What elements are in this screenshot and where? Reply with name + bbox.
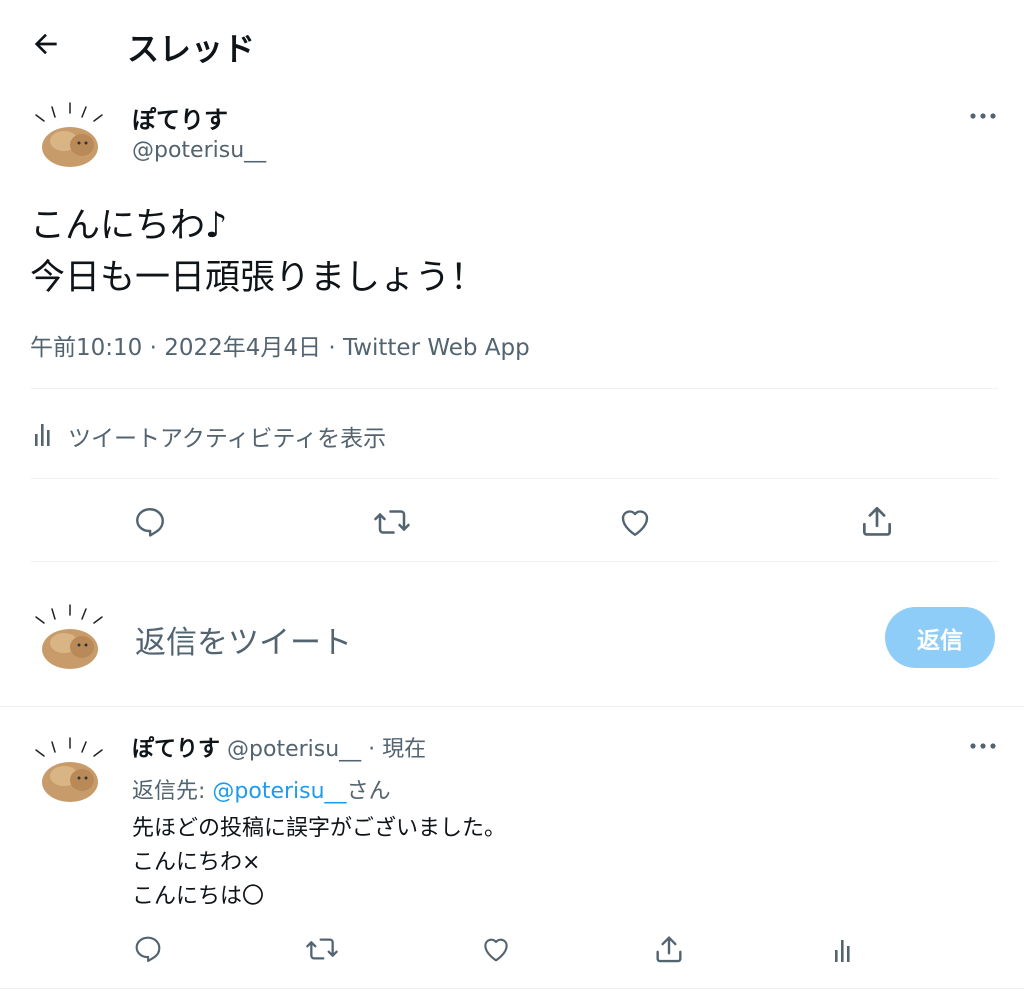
- reply-header: ぽてりす @poterisu__ · 現在: [132, 731, 426, 763]
- retweet-icon[interactable]: [304, 933, 340, 965]
- share-icon[interactable]: [858, 502, 896, 540]
- page-title: スレッド: [127, 30, 256, 68]
- divider: [0, 988, 1024, 989]
- replying-to: 返信先: @poterisu__さん: [132, 773, 391, 805]
- tweet-line: こんにちわ♪: [30, 206, 228, 246]
- replying-to-suffix: さん: [346, 779, 391, 804]
- tweet-activity-link[interactable]: ツイートアクティビティを表示: [68, 419, 386, 453]
- reply-line: こんにちわ×: [132, 850, 261, 875]
- author-display-name[interactable]: ぽてりす: [132, 100, 228, 135]
- tweet-meta[interactable]: 午前10:10 · 2022年4月4日 · Twitter Web App: [30, 328, 530, 362]
- author-handle[interactable]: @poterisu__: [132, 138, 266, 163]
- like-icon[interactable]: [479, 933, 513, 965]
- retweet-icon[interactable]: [372, 504, 412, 540]
- divider: [0, 706, 1024, 707]
- reply-line: 先ほどの投稿に誤字がございました。: [132, 816, 507, 841]
- reply-icon[interactable]: [132, 933, 164, 965]
- avatar[interactable]: [30, 730, 110, 810]
- more-options-icon[interactable]: [968, 736, 998, 756]
- replying-to-handle[interactable]: @poterisu__: [212, 779, 346, 804]
- more-options-icon[interactable]: [968, 106, 998, 126]
- reply-author-name[interactable]: ぽてりす: [132, 737, 220, 762]
- analytics-icon[interactable]: [34, 420, 54, 448]
- analytics-icon[interactable]: [834, 936, 854, 964]
- divider: [30, 388, 998, 389]
- share-icon[interactable]: [652, 932, 686, 966]
- avatar[interactable]: [30, 597, 110, 677]
- reply-button[interactable]: 返信: [885, 607, 995, 668]
- reply-timestamp[interactable]: · 現在: [368, 737, 426, 762]
- reply-composer-input[interactable]: 返信をツイート: [135, 617, 835, 662]
- replying-to-prefix: 返信先:: [132, 779, 213, 804]
- tweet-text: こんにちわ♪ 今日も一日頑張りましょう！: [30, 200, 485, 304]
- divider: [30, 478, 998, 479]
- divider: [30, 561, 998, 562]
- reply-text: 先ほどの投稿に誤字がございました。 こんにちわ× こんにちは〇: [132, 812, 506, 914]
- back-arrow-icon[interactable]: [30, 28, 62, 60]
- reply-line: こんにちは〇: [132, 884, 265, 909]
- tweet-line: 今日も一日頑張りましょう！: [30, 258, 486, 298]
- reply-icon[interactable]: [132, 504, 168, 540]
- avatar[interactable]: [30, 95, 110, 175]
- reply-author-handle[interactable]: @poterisu__: [227, 737, 361, 762]
- like-icon[interactable]: [616, 504, 654, 540]
